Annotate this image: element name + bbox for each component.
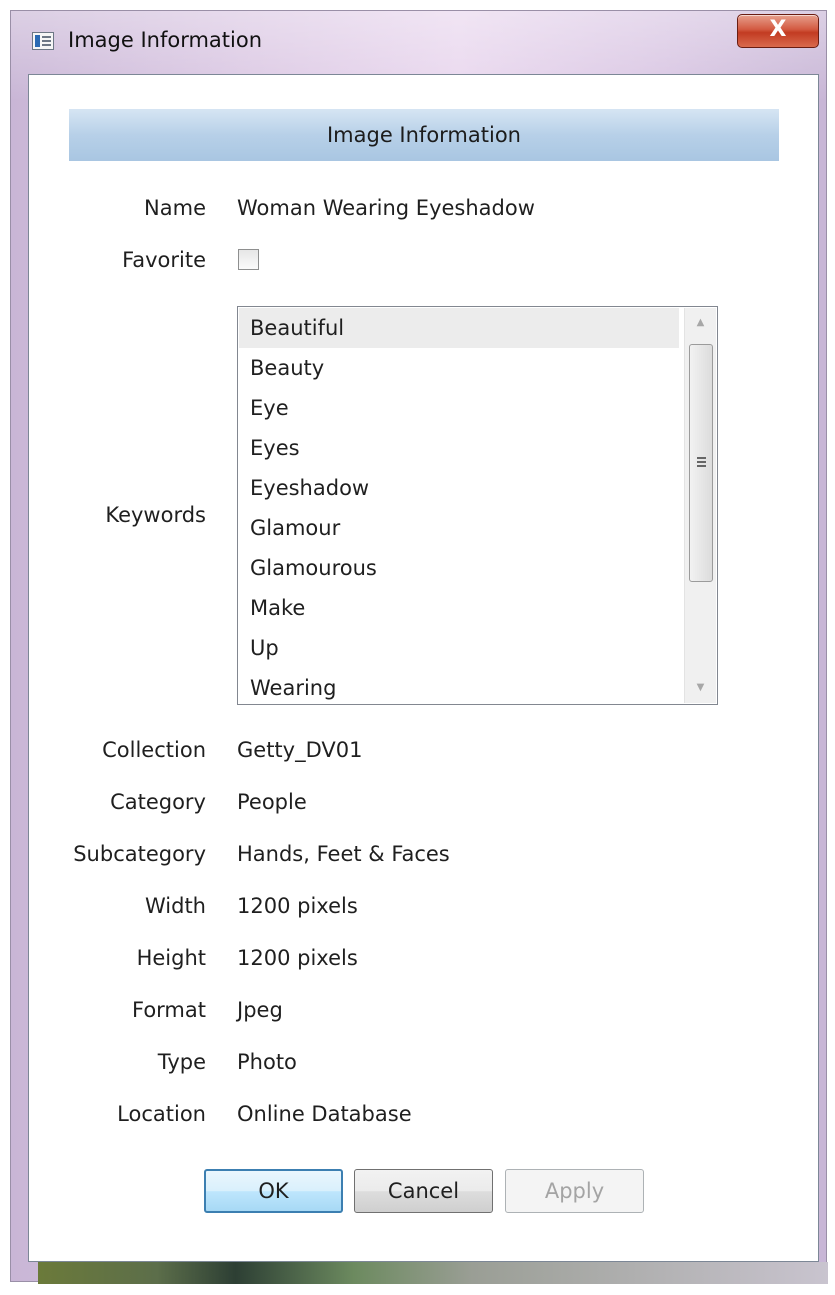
height-value: 1200 pixels [237, 946, 358, 970]
cancel-button[interactable]: Cancel [354, 1169, 493, 1213]
location-label: Location [117, 1102, 206, 1126]
keywords-listbox[interactable]: Beautiful Beauty Eye Eyes Eyeshadow Glamour Gl… [237, 306, 718, 705]
favorite-checkbox[interactable] [238, 249, 259, 270]
format-value: Jpeg [237, 998, 283, 1022]
favorite-label: Favorite [122, 248, 206, 272]
keyword-list-item[interactable]: Up [239, 628, 679, 668]
section-header: Image Information [69, 109, 779, 161]
background-app-strip [38, 1262, 828, 1284]
apply-button[interactable]: Apply [505, 1169, 644, 1213]
ok-button[interactable]: OK [204, 1169, 343, 1213]
subcategory-value: Hands, Feet & Faces [237, 842, 450, 866]
scrollbar-thumb[interactable] [689, 344, 713, 582]
scroll-down-arrow-icon[interactable]: ▼ [685, 673, 716, 703]
category-label: Category [110, 790, 206, 814]
window-title: Image Information [68, 28, 263, 52]
keyword-list-item[interactable]: Eyes [239, 428, 679, 468]
keywords-label: Keywords [105, 503, 206, 527]
dialog-client-area: Image Information Name Woman Wearing Eye… [28, 74, 819, 1262]
keyword-list-item[interactable]: Glamour [239, 508, 679, 548]
collection-value: Getty_DV01 [237, 738, 363, 762]
subcategory-label: Subcategory [73, 842, 206, 866]
keyword-list-item[interactable]: Glamourous [239, 548, 679, 588]
keywords-list: Beautiful Beauty Eye Eyes Eyeshadow Glamour Gl… [239, 308, 679, 704]
keyword-list-item[interactable]: Eye [239, 388, 679, 428]
keyword-list-item[interactable]: Make [239, 588, 679, 628]
keyword-list-item[interactable]: Eyeshadow [239, 468, 679, 508]
scrollbar-grip-icon [697, 457, 706, 459]
window-app-icon [32, 32, 54, 50]
keyword-list-item[interactable]: Beautiful [239, 308, 679, 348]
keyword-list-item[interactable]: Wearing [239, 668, 679, 704]
width-value: 1200 pixels [237, 894, 358, 918]
type-value: Photo [237, 1050, 297, 1074]
name-value: Woman Wearing Eyeshadow [237, 196, 535, 220]
name-label: Name [144, 196, 206, 220]
location-value: Online Database [237, 1102, 412, 1126]
keywords-scrollbar[interactable]: ▲ ▼ [684, 308, 716, 703]
height-label: Height [136, 946, 206, 970]
close-button[interactable]: X [737, 14, 819, 48]
width-label: Width [144, 894, 206, 918]
keyword-list-item[interactable]: Beauty [239, 348, 679, 388]
collection-label: Collection [102, 738, 206, 762]
format-label: Format [131, 998, 206, 1022]
type-label: Type [157, 1050, 206, 1074]
category-value: People [237, 790, 307, 814]
scroll-up-arrow-icon[interactable]: ▲ [685, 308, 716, 338]
